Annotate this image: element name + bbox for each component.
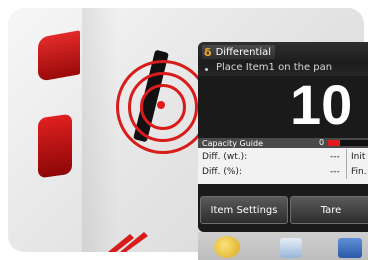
- print-button-icon[interactable]: [280, 238, 302, 258]
- bezel-shadow: [82, 8, 118, 252]
- final-label: Fin.: [351, 167, 367, 177]
- function-button-icon[interactable]: [338, 238, 362, 258]
- capacity-guide: Capacity Guide 0: [198, 138, 368, 148]
- tare-button[interactable]: Tare: [290, 196, 368, 224]
- diff-percent-label: Diff. (%):: [202, 167, 242, 177]
- mode-selector[interactable]: δ Differential: [202, 45, 276, 59]
- touchscreen-display: δ Differential Place Item1 on the pan 10…: [198, 42, 368, 232]
- info-panel: Capacity Guide 0 Diff. (wt.): --- Init D…: [198, 138, 368, 184]
- red-side-handle-top: [38, 30, 80, 82]
- stability-dot-icon: [205, 68, 208, 71]
- red-side-handle-bottom: [38, 113, 72, 179]
- capacity-guide-bar: [328, 140, 368, 146]
- power-button-icon[interactable]: [214, 236, 240, 258]
- bottom-button-deck: [198, 232, 368, 260]
- weight-readout: 10: [290, 73, 353, 136]
- item-settings-button[interactable]: Item Settings: [200, 196, 288, 224]
- softkey-row: Item Settings Tare: [198, 196, 368, 224]
- mode-header: δ Differential: [198, 42, 368, 62]
- capacity-guide-zero: 0: [319, 138, 325, 147]
- level-bubble-icon: [157, 101, 165, 109]
- diff-weight-label: Diff. (wt.):: [202, 152, 248, 162]
- diff-percent-value: ---: [330, 167, 340, 177]
- initial-label: Init: [351, 152, 366, 162]
- mode-label: Differential: [215, 46, 272, 58]
- brand-logo: [108, 232, 148, 252]
- diff-weight-value: ---: [330, 152, 340, 162]
- capacity-guide-label: Capacity Guide: [202, 138, 263, 148]
- delta-icon: δ: [204, 45, 212, 59]
- column-divider: [346, 164, 347, 179]
- capacity-guide-fill: [328, 140, 340, 146]
- column-divider: [346, 149, 347, 164]
